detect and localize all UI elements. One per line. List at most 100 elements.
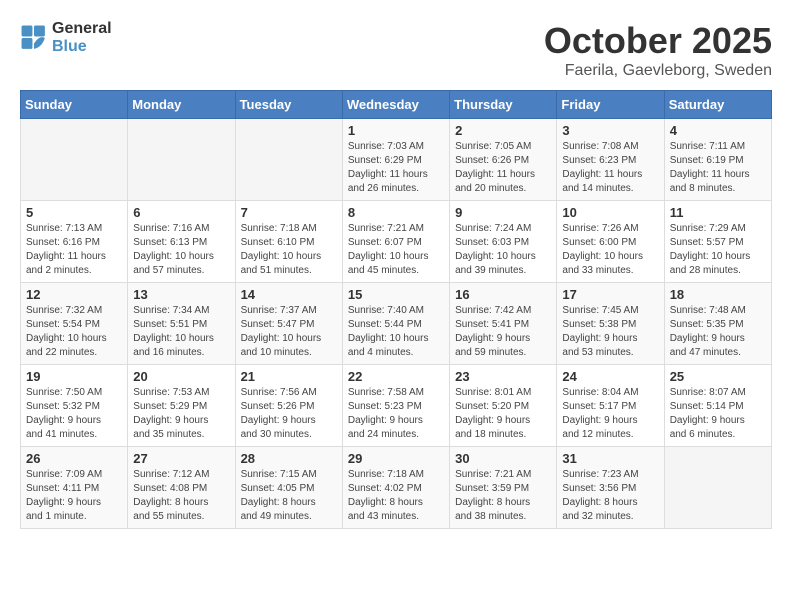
calendar-cell: 23 Sunrise: 8:01 AM Sunset: 5:20 PM Dayli… [450, 365, 557, 447]
title-area: October 2025 Faerila, Gaevleborg, Sweden [544, 20, 772, 80]
day-info: Sunrise: 7:23 AM Sunset: 3:56 PM Dayligh… [562, 468, 658, 524]
day-number: 3 [562, 123, 658, 138]
month-title: October 2025 [544, 20, 772, 62]
weekday-header-wednesday: Wednesday [342, 91, 449, 119]
day-info: Sunrise: 7:03 AM Sunset: 6:29 PM Dayligh… [348, 140, 444, 196]
calendar-cell: 10Sunrise: 7:26 AM Sunset: 6:00 PM Dayli… [557, 201, 664, 283]
calendar-cell: 6 Sunrise: 7:16 AM Sunset: 6:13 PM Daylig… [128, 201, 235, 283]
day-info: Sunrise: 7:37 AM Sunset: 5:47 PM Dayligh… [241, 304, 337, 360]
day-number: 21 [241, 369, 337, 384]
day-info: Sunrise: 7:05 AM Sunset: 6:26 PM Dayligh… [455, 140, 551, 196]
day-info: Sunrise: 7:08 AM Sunset: 6:23 PM Dayligh… [562, 140, 658, 196]
day-info: Sunrise: 7:42 AM Sunset: 5:41 PM Dayligh… [455, 304, 551, 360]
day-number: 30 [455, 451, 551, 466]
calendar-cell: 31 Sunrise: 7:23 AM Sunset: 3:56 PM Dayli… [557, 447, 664, 529]
day-number: 19 [26, 369, 122, 384]
calendar-cell: 9 Sunrise: 7:24 AM Sunset: 6:03 PM Daylig… [450, 201, 557, 283]
week-row-2: 5 Sunrise: 7:13 AM Sunset: 6:16 PM Daylig… [21, 201, 772, 283]
calendar-cell: 1Sunrise: 7:03 AM Sunset: 6:29 PM Daylig… [342, 119, 449, 201]
calendar-cell: 8 Sunrise: 7:21 AM Sunset: 6:07 PM Daylig… [342, 201, 449, 283]
location-title: Faerila, Gaevleborg, Sweden [544, 62, 772, 80]
week-row-1: 1Sunrise: 7:03 AM Sunset: 6:29 PM Daylig… [21, 119, 772, 201]
day-number: 17 [562, 287, 658, 302]
day-number: 31 [562, 451, 658, 466]
calendar-cell: 22Sunrise: 7:58 AM Sunset: 5:23 PM Dayli… [342, 365, 449, 447]
calendar-cell [128, 119, 235, 201]
calendar-cell: 2Sunrise: 7:05 AM Sunset: 6:26 PM Daylig… [450, 119, 557, 201]
header: General Blue October 2025 Faerila, Gaevl… [20, 20, 772, 80]
calendar-cell: 28 Sunrise: 7:15 AM Sunset: 4:05 PM Dayli… [235, 447, 342, 529]
calendar-cell: 30 Sunrise: 7:21 AM Sunset: 3:59 PM Dayli… [450, 447, 557, 529]
day-info: Sunrise: 7:16 AM Sunset: 6:13 PM Dayligh… [133, 222, 229, 278]
day-number: 8 [348, 205, 444, 220]
day-number: 25 [670, 369, 766, 384]
day-number: 7 [241, 205, 337, 220]
day-number: 18 [670, 287, 766, 302]
day-number: 12 [26, 287, 122, 302]
day-info: Sunrise: 7:26 AM Sunset: 6:00 PM Dayligh… [562, 222, 658, 278]
day-info: Sunrise: 7:13 AM Sunset: 6:16 PM Dayligh… [26, 222, 122, 278]
day-number: 6 [133, 205, 229, 220]
calendar-cell [664, 447, 771, 529]
day-number: 5 [26, 205, 122, 220]
week-row-3: 12 Sunrise: 7:32 AM Sunset: 5:54 PM Dayli… [21, 283, 772, 365]
logo-text-line1: General [52, 20, 112, 38]
day-number: 27 [133, 451, 229, 466]
day-number: 16 [455, 287, 551, 302]
calendar-cell: 14 Sunrise: 7:37 AM Sunset: 5:47 PM Dayli… [235, 283, 342, 365]
calendar-body: 1Sunrise: 7:03 AM Sunset: 6:29 PM Daylig… [21, 119, 772, 529]
day-info: Sunrise: 8:04 AM Sunset: 5:17 PM Dayligh… [562, 386, 658, 442]
day-number: 15 [348, 287, 444, 302]
calendar-cell: 15 Sunrise: 7:40 AM Sunset: 5:44 PM Dayli… [342, 283, 449, 365]
weekday-header-friday: Friday [557, 91, 664, 119]
weekday-row: SundayMondayTuesdayWednesdayThursdayFrid… [21, 91, 772, 119]
logo: General Blue [20, 20, 112, 55]
weekday-header-tuesday: Tuesday [235, 91, 342, 119]
day-info: Sunrise: 7:56 AM Sunset: 5:26 PM Dayligh… [241, 386, 337, 442]
calendar-cell: 7 Sunrise: 7:18 AM Sunset: 6:10 PM Daylig… [235, 201, 342, 283]
day-number: 26 [26, 451, 122, 466]
day-info: Sunrise: 7:09 AM Sunset: 4:11 PM Dayligh… [26, 468, 122, 524]
day-info: Sunrise: 7:48 AM Sunset: 5:35 PM Dayligh… [670, 304, 766, 360]
calendar-cell: 25 Sunrise: 8:07 AM Sunset: 5:14 PM Dayli… [664, 365, 771, 447]
calendar-cell: 26 Sunrise: 7:09 AM Sunset: 4:11 PM Dayli… [21, 447, 128, 529]
day-info: Sunrise: 7:53 AM Sunset: 5:29 PM Dayligh… [133, 386, 229, 442]
calendar-cell: 19 Sunrise: 7:50 AM Sunset: 5:32 PM Dayli… [21, 365, 128, 447]
day-info: Sunrise: 7:58 AM Sunset: 5:23 PM Dayligh… [348, 386, 444, 442]
day-number: 11 [670, 205, 766, 220]
day-number: 28 [241, 451, 337, 466]
day-info: Sunrise: 7:24 AM Sunset: 6:03 PM Dayligh… [455, 222, 551, 278]
day-info: Sunrise: 7:18 AM Sunset: 6:10 PM Dayligh… [241, 222, 337, 278]
calendar-cell: 20Sunrise: 7:53 AM Sunset: 5:29 PM Dayli… [128, 365, 235, 447]
day-number: 24 [562, 369, 658, 384]
weekday-header-saturday: Saturday [664, 91, 771, 119]
calendar-cell [21, 119, 128, 201]
calendar: SundayMondayTuesdayWednesdayThursdayFrid… [20, 90, 772, 529]
day-info: Sunrise: 7:45 AM Sunset: 5:38 PM Dayligh… [562, 304, 658, 360]
calendar-cell: 29 Sunrise: 7:18 AM Sunset: 4:02 PM Dayli… [342, 447, 449, 529]
calendar-cell: 5 Sunrise: 7:13 AM Sunset: 6:16 PM Daylig… [21, 201, 128, 283]
calendar-cell: 24 Sunrise: 8:04 AM Sunset: 5:17 PM Dayli… [557, 365, 664, 447]
week-row-5: 26 Sunrise: 7:09 AM Sunset: 4:11 PM Dayli… [21, 447, 772, 529]
calendar-cell: 13Sunrise: 7:34 AM Sunset: 5:51 PM Dayli… [128, 283, 235, 365]
week-row-4: 19 Sunrise: 7:50 AM Sunset: 5:32 PM Dayli… [21, 365, 772, 447]
day-number: 9 [455, 205, 551, 220]
day-number: 23 [455, 369, 551, 384]
calendar-header: SundayMondayTuesdayWednesdayThursdayFrid… [21, 91, 772, 119]
logo-text-line2: Blue [52, 38, 112, 56]
day-info: Sunrise: 7:34 AM Sunset: 5:51 PM Dayligh… [133, 304, 229, 360]
day-info: Sunrise: 7:15 AM Sunset: 4:05 PM Dayligh… [241, 468, 337, 524]
day-info: Sunrise: 7:21 AM Sunset: 3:59 PM Dayligh… [455, 468, 551, 524]
day-info: Sunrise: 8:07 AM Sunset: 5:14 PM Dayligh… [670, 386, 766, 442]
day-info: Sunrise: 7:40 AM Sunset: 5:44 PM Dayligh… [348, 304, 444, 360]
day-info: Sunrise: 7:32 AM Sunset: 5:54 PM Dayligh… [26, 304, 122, 360]
day-info: Sunrise: 7:50 AM Sunset: 5:32 PM Dayligh… [26, 386, 122, 442]
calendar-cell: 3 Sunrise: 7:08 AM Sunset: 6:23 PM Daylig… [557, 119, 664, 201]
day-info: Sunrise: 7:18 AM Sunset: 4:02 PM Dayligh… [348, 468, 444, 524]
day-info: Sunrise: 7:12 AM Sunset: 4:08 PM Dayligh… [133, 468, 229, 524]
day-info: Sunrise: 8:01 AM Sunset: 5:20 PM Dayligh… [455, 386, 551, 442]
day-number: 14 [241, 287, 337, 302]
day-number: 29 [348, 451, 444, 466]
day-info: Sunrise: 7:21 AM Sunset: 6:07 PM Dayligh… [348, 222, 444, 278]
day-info: Sunrise: 7:29 AM Sunset: 5:57 PM Dayligh… [670, 222, 766, 278]
